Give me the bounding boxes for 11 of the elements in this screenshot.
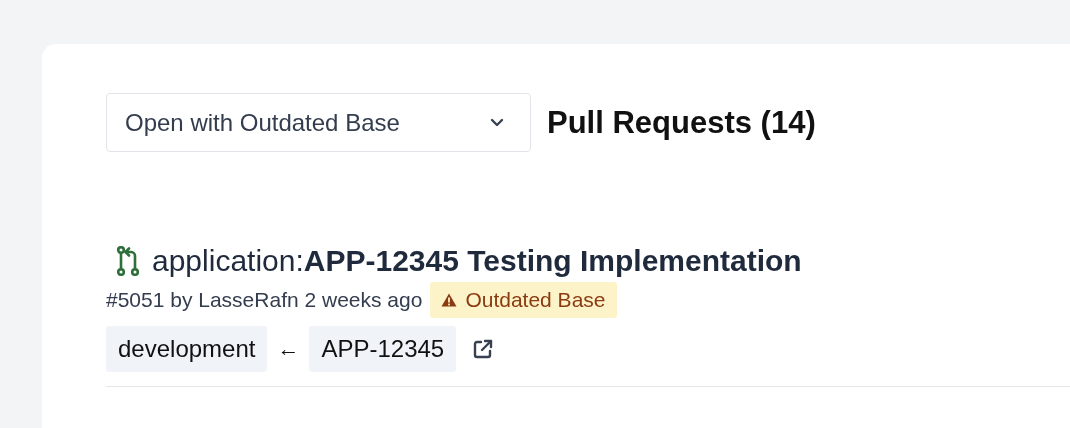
pull-request-title[interactable]: application:APP-12345 Testing Implementation bbox=[152, 244, 802, 278]
chevron-icon bbox=[490, 118, 504, 127]
status-badge: Outdated Base bbox=[430, 282, 617, 318]
base-branch-label: development bbox=[106, 326, 268, 372]
external-link-icon[interactable] bbox=[472, 338, 495, 360]
filter-dropdown[interactable]: Open with Outdated Base bbox=[106, 93, 531, 152]
warning-icon bbox=[441, 293, 458, 307]
page-heading: Pull Requests (14) bbox=[547, 104, 816, 141]
arrow-text: ← bbox=[277, 336, 300, 362]
pull-request-meta: #5051 by LasseRafn 2 weeks ago bbox=[106, 288, 423, 312]
head-branch-label: APP-12345 bbox=[309, 326, 457, 372]
